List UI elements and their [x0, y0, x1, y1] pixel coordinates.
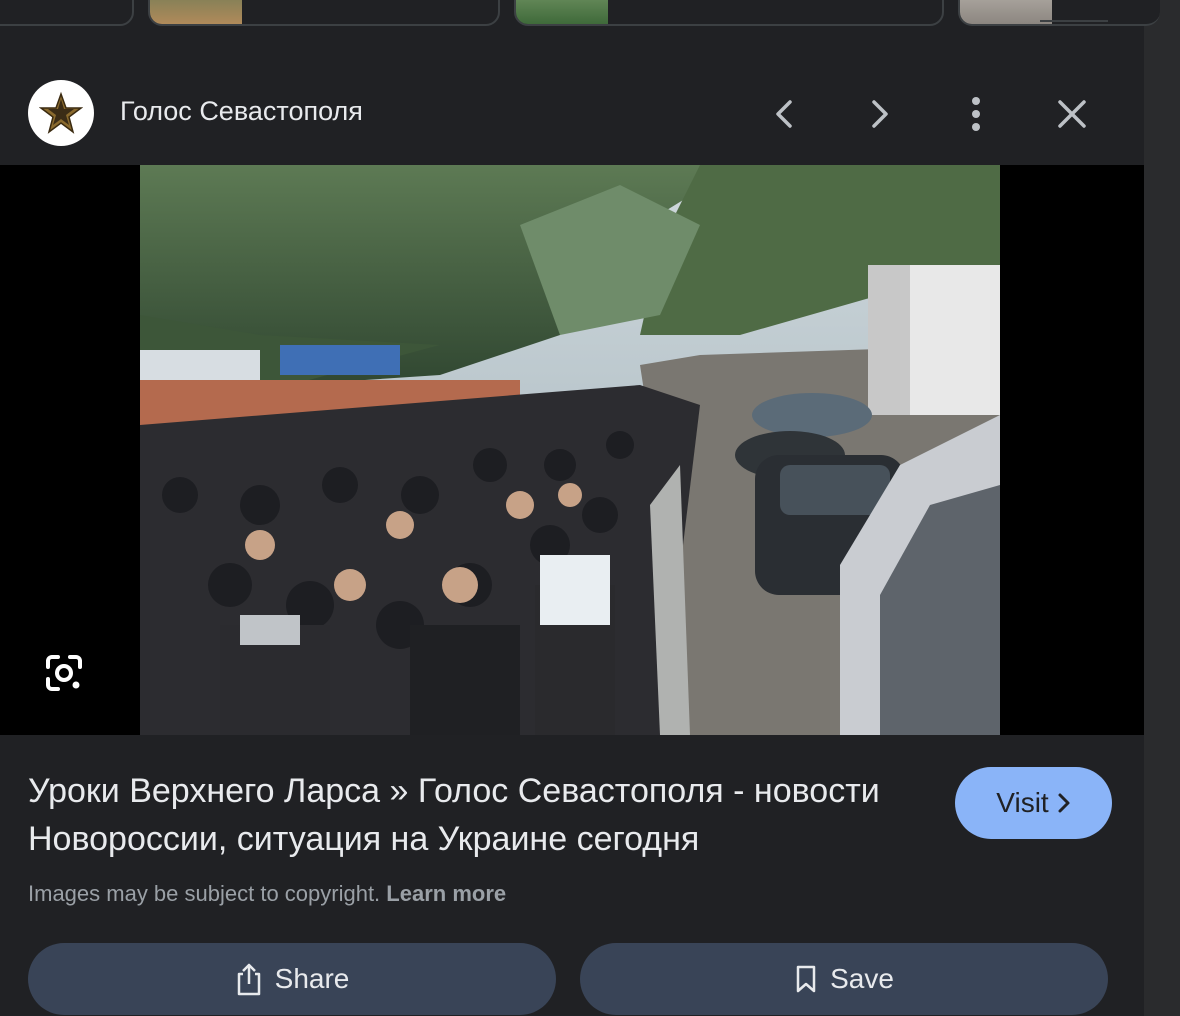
source-avatar[interactable] — [28, 80, 94, 146]
related-image-card[interactable] — [148, 0, 500, 26]
visit-label: Visit — [996, 787, 1049, 818]
google-lens-button[interactable] — [36, 645, 92, 701]
share-button[interactable]: Share — [28, 943, 556, 1015]
copyright-notice: Images may be subject to copyright. Lear… — [28, 881, 506, 907]
share-label: Share — [274, 963, 350, 994]
more-vert-icon — [972, 97, 980, 131]
related-image-card[interactable] — [514, 0, 944, 26]
close-button[interactable] — [1048, 90, 1096, 138]
share-icon — [237, 963, 260, 996]
star-logo-icon — [39, 91, 83, 134]
related-image-thumbnail — [516, 0, 608, 24]
visit-button[interactable]: Visit — [955, 767, 1112, 839]
save-button[interactable]: Save — [580, 943, 1108, 1015]
related-images-strip — [0, 0, 1160, 26]
more-options-button[interactable] — [952, 90, 1000, 138]
learn-more-link[interactable]: Learn more — [386, 881, 506, 906]
source-name[interactable]: Голос Севастополя — [120, 96, 363, 127]
copyright-text: Images may be subject to copyright. — [28, 881, 381, 906]
related-image-thumbnail — [960, 0, 1052, 24]
chevron-left-icon — [776, 100, 792, 128]
scrollbar-track[interactable] — [1144, 0, 1180, 1016]
image-viewer — [0, 165, 1144, 735]
related-image-thumbnail — [150, 0, 242, 24]
close-icon — [1058, 100, 1086, 128]
divider — [1040, 20, 1108, 22]
related-image-card[interactable] — [0, 0, 134, 26]
chevron-right-icon — [1058, 793, 1070, 813]
related-image-card[interactable] — [958, 0, 1160, 26]
photo-illustration — [140, 165, 1000, 735]
bookmark-icon — [796, 965, 816, 993]
preview-photo[interactable] — [140, 165, 1000, 735]
save-label: Save — [830, 963, 894, 994]
chevron-right-icon — [872, 100, 888, 128]
next-button[interactable] — [856, 90, 904, 138]
preview-header: Голос Севастополя — [0, 64, 1144, 164]
page-title-link[interactable]: Уроки Верхнего Ларса » Голос Севастополя… — [28, 767, 938, 863]
google-lens-icon — [46, 655, 82, 691]
previous-button[interactable] — [760, 90, 808, 138]
result-info-panel: Уроки Верхнего Ларса » Голос Севастополя… — [0, 735, 1144, 1016]
